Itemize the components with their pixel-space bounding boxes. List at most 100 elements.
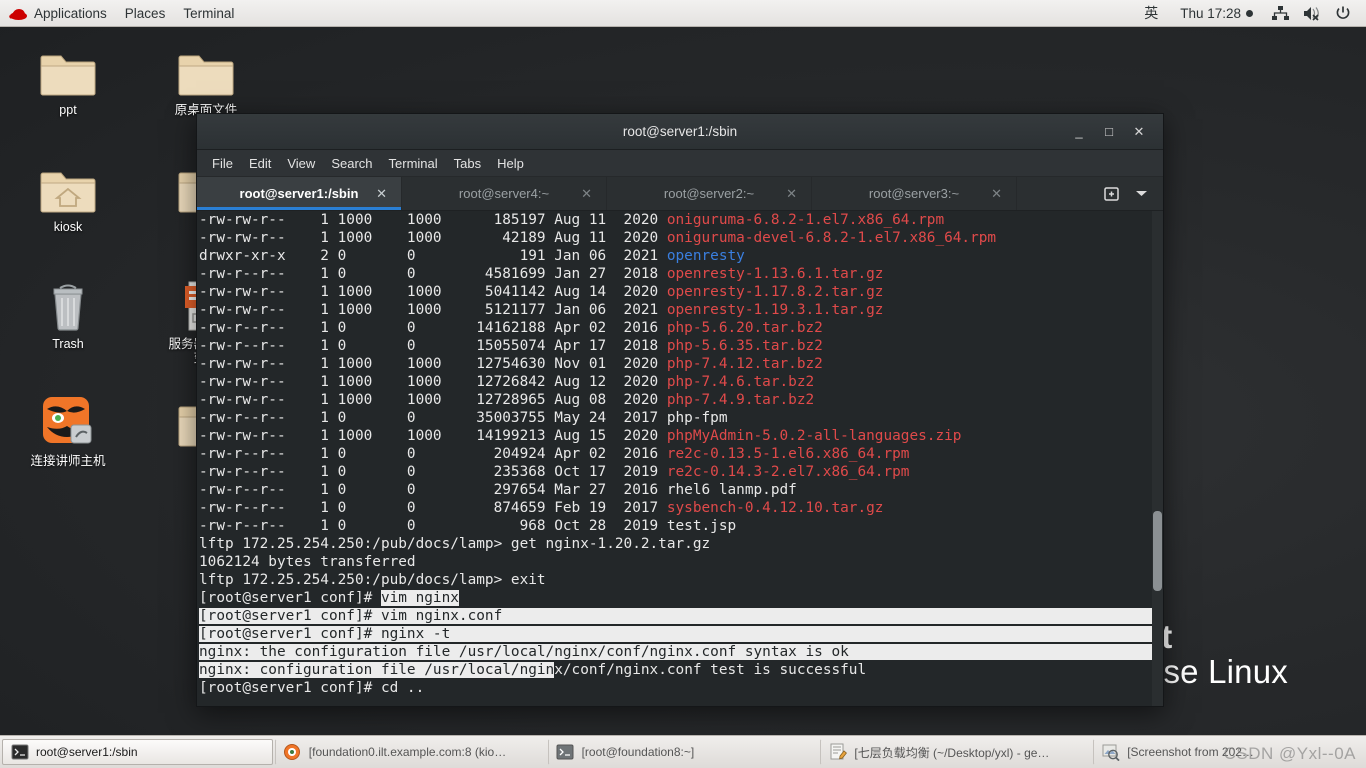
folder-icon bbox=[158, 40, 254, 98]
terminal-text: -rw-r--r-- 1 0 0 204924 Apr 02 2016 bbox=[199, 446, 667, 462]
terminal-selected-text: [root@server1 conf]# nginx -t bbox=[199, 626, 451, 642]
desktop-icon-trash[interactable]: Trash bbox=[20, 274, 116, 351]
terminal-text: php-5.6.35.tar.bz2 bbox=[666, 338, 823, 354]
terminal-text: -rw-r--r-- 1 0 0 35003755 May 24 2017 ph… bbox=[199, 410, 728, 426]
taskbar-item-label: [foundation0.ilt.example.com:8 (kio… bbox=[308, 745, 507, 759]
terminal-text: -rw-rw-r-- 1 1000 1000 5121177 Jan 06 20… bbox=[199, 302, 667, 318]
tab-close-icon[interactable]: ✕ bbox=[991, 186, 1002, 202]
desktop-icon-kiosk[interactable]: kiosk bbox=[20, 157, 116, 234]
tab-close-icon[interactable]: ✕ bbox=[786, 186, 797, 202]
terminal-text: [root@server1 conf]# bbox=[199, 590, 381, 606]
taskbar-item-screenshot-viewer[interactable]: [Screenshot from 202… bbox=[1093, 739, 1364, 765]
terminal-line: [root@server1 conf]# vim nginx bbox=[199, 589, 1163, 607]
terminal-text: lftp 172.25.254.250:/pub/docs/lamp> exit bbox=[199, 572, 546, 588]
terminal-text: -rw-rw-r-- 1 1000 1000 14199213 Aug 15 2… bbox=[199, 428, 667, 444]
power-icon[interactable] bbox=[1328, 5, 1358, 21]
desktop-icon-original-desktop-files[interactable]: 原桌面文件 bbox=[158, 40, 254, 117]
terminal-line: -rw-rw-r-- 1 1000 1000 5121177 Jan 06 20… bbox=[199, 301, 1163, 319]
places-menu[interactable]: Places bbox=[116, 0, 175, 26]
terminal-text: phpMyAdmin-5.0.2-all-languages.zip bbox=[666, 428, 962, 444]
tab-server2[interactable]: root@server2:~ ✕ bbox=[607, 177, 812, 210]
terminal-line: -rw-r--r-- 1 0 0 204924 Apr 02 2016 re2c… bbox=[199, 445, 1163, 463]
taskbar-item-vnc-foundation0[interactable]: [foundation0.ilt.example.com:8 (kio… bbox=[274, 739, 546, 765]
tab-server4[interactable]: root@server4:~ ✕ bbox=[402, 177, 607, 210]
terminal-scrollbar[interactable] bbox=[1152, 211, 1163, 706]
terminal-window-title: root@server1:/sbin bbox=[622, 124, 738, 139]
redhat-logo-icon bbox=[9, 6, 28, 21]
minimize-button[interactable]: _ bbox=[1065, 119, 1093, 145]
taskbar-item-terminal-foundation8[interactable]: [root@foundation8:~] bbox=[547, 739, 819, 765]
terminal-line: drwxr-xr-x 2 0 0 191 Jan 06 2021 openres… bbox=[199, 247, 1163, 265]
menu-help[interactable]: Help bbox=[489, 153, 532, 174]
terminal-text: openresty-1.19.3.1.tar.gz bbox=[666, 302, 884, 318]
terminal-text: -rw-r--r-- 1 0 0 4581699 Jan 27 2018 bbox=[199, 266, 667, 282]
tab-label: root@server2:~ bbox=[663, 186, 755, 201]
terminal-text: -rw-rw-r-- 1 1000 1000 185197 Aug 11 202… bbox=[199, 212, 667, 228]
terminal-titlebar[interactable]: root@server1:/sbin _ □ ✕ bbox=[197, 114, 1163, 150]
gedit-icon bbox=[828, 743, 847, 762]
terminal-selected-text: vim nginx bbox=[380, 590, 459, 606]
network-icon[interactable] bbox=[1265, 5, 1296, 21]
tab-close-icon[interactable]: ✕ bbox=[581, 186, 592, 202]
terminal-output-area[interactable]: -rw-rw-r-- 1 1000 1000 185197 Aug 11 202… bbox=[197, 211, 1163, 706]
terminal-line: -rw-rw-r-- 1 1000 1000 185197 Aug 11 202… bbox=[199, 211, 1163, 229]
terminal-selection-fill bbox=[848, 644, 1163, 660]
terminal-icon bbox=[10, 743, 29, 762]
terminal-text: php-5.6.20.tar.bz2 bbox=[666, 320, 823, 336]
menu-view[interactable]: View bbox=[279, 153, 323, 174]
terminal-line: -rw-rw-r-- 1 1000 1000 42189 Aug 11 2020… bbox=[199, 229, 1163, 247]
terminal-selected-text: [root@server1 conf]# vim nginx.conf bbox=[199, 608, 503, 624]
tab-server1[interactable]: root@server1:/sbin ✕ bbox=[197, 177, 402, 210]
close-button[interactable]: ✕ bbox=[1125, 119, 1153, 145]
terminal-line: -rw-rw-r-- 1 1000 1000 12728965 Aug 08 2… bbox=[199, 391, 1163, 409]
terminal-menubar: File Edit View Search Terminal Tabs Help bbox=[197, 150, 1163, 177]
terminal-text: openresty-1.13.6.1.tar.gz bbox=[666, 266, 884, 282]
clock[interactable]: Thu 17:28 bbox=[1168, 6, 1265, 21]
terminal-text: 1062124 bytes transferred bbox=[199, 554, 416, 570]
terminal-text: -rw-rw-r-- 1 1000 1000 12728965 Aug 08 2… bbox=[199, 392, 667, 408]
terminal-text: -rw-r--r-- 1 0 0 15055074 Apr 17 2018 bbox=[199, 338, 667, 354]
terminal-text: -rw-rw-r-- 1 1000 1000 5041142 Aug 14 20… bbox=[199, 284, 667, 300]
terminal-line: -rw-r--r-- 1 0 0 968 Oct 28 2019 test.js… bbox=[199, 517, 1163, 535]
taskbar-item-gedit-document[interactable]: [七层负载均衡 (~/Desktop/yxl) - ge… bbox=[820, 739, 1091, 765]
terminal-menu[interactable]: Terminal bbox=[174, 0, 243, 26]
terminal-text: -rw-rw-r-- 1 1000 1000 42189 Aug 11 2020 bbox=[199, 230, 667, 246]
tab-label: root@server1:/sbin bbox=[239, 186, 359, 201]
terminal-text: openresty bbox=[666, 248, 745, 264]
tab-list-chevron-down-icon[interactable] bbox=[1128, 181, 1154, 207]
applications-menu[interactable]: Applications bbox=[0, 0, 116, 26]
desktop-icon-connect-instructor-host[interactable]: 连接讲师主机 bbox=[20, 391, 116, 468]
terminal-tabbar: root@server1:/sbin ✕ root@server4:~ ✕ ro… bbox=[197, 177, 1163, 211]
input-method-indicator[interactable]: 英 bbox=[1134, 3, 1168, 23]
taskbar-item-label: [Screenshot from 202… bbox=[1127, 745, 1254, 759]
terminal-text: -rw-rw-r-- 1 1000 1000 12726842 Aug 12 2… bbox=[199, 374, 667, 390]
terminal-text-lines: -rw-rw-r-- 1 1000 1000 185197 Aug 11 202… bbox=[197, 211, 1163, 697]
taskbar-item-terminal-server1[interactable]: root@server1:/sbin bbox=[2, 739, 273, 765]
terminal-text: php-7.4.9.tar.bz2 bbox=[666, 392, 815, 408]
terminal-line: -rw-r--r-- 1 0 0 35003755 May 24 2017 ph… bbox=[199, 409, 1163, 427]
terminal-line: [root@server1 conf]# cd .. bbox=[199, 679, 1163, 697]
terminal-window[interactable]: root@server1:/sbin _ □ ✕ File Edit View … bbox=[196, 113, 1164, 707]
tab-server3[interactable]: root@server3:~ ✕ bbox=[812, 177, 1017, 210]
terminal-line: lftp 172.25.254.250:/pub/docs/lamp> get … bbox=[199, 535, 1163, 553]
volume-muted-icon[interactable] bbox=[1296, 6, 1328, 21]
menu-search[interactable]: Search bbox=[323, 153, 380, 174]
terminal-text: php-7.4.12.tar.bz2 bbox=[666, 356, 823, 372]
home-folder-icon bbox=[20, 157, 116, 215]
menu-file[interactable]: File bbox=[204, 153, 241, 174]
applications-menu-label: Applications bbox=[34, 5, 107, 21]
desktop-icon-label: Trash bbox=[52, 337, 84, 351]
terminal-text: re2c-0.14.3-2.el7.x86_64.rpm bbox=[666, 464, 910, 480]
desktop-icon-ppt[interactable]: ppt bbox=[20, 40, 116, 117]
terminal-text: -rw-r--r-- 1 0 0 968 Oct 28 2019 test.js… bbox=[199, 518, 737, 534]
terminal-text: [root@server1 conf]# cd .. bbox=[199, 680, 425, 696]
terminal-line: [root@server1 conf]# nginx -t bbox=[199, 625, 1163, 643]
menu-edit[interactable]: Edit bbox=[241, 153, 279, 174]
new-tab-icon[interactable] bbox=[1098, 181, 1124, 207]
vnc-viewer-icon bbox=[283, 743, 302, 762]
menu-terminal[interactable]: Terminal bbox=[381, 153, 446, 174]
tab-close-icon[interactable]: ✕ bbox=[376, 186, 387, 202]
terminal-scrollbar-thumb[interactable] bbox=[1153, 511, 1162, 591]
maximize-button[interactable]: □ bbox=[1095, 119, 1123, 145]
menu-tabs[interactable]: Tabs bbox=[446, 153, 489, 174]
